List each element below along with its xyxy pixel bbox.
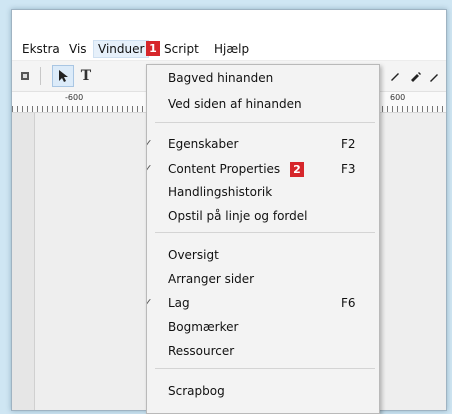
menu-item-opstil[interactable]: Opstil på linje og fordel bbox=[147, 206, 379, 226]
text-tool-icon[interactable]: T bbox=[75, 65, 97, 87]
pencil-tool-icon[interactable] bbox=[404, 65, 426, 87]
menu-item-label: Bogmærker bbox=[168, 320, 239, 334]
menu-item-handlingshistorik[interactable]: Handlingshistorik bbox=[147, 182, 379, 202]
brush-tool-icon[interactable] bbox=[424, 65, 446, 87]
menu-item-shortcut: F2 bbox=[341, 137, 356, 151]
copy-icon[interactable] bbox=[14, 65, 36, 87]
step-badge-2: 2 bbox=[290, 162, 304, 177]
select-arrow-icon[interactable] bbox=[52, 65, 74, 87]
menu-item-label: Opstil på linje og fordel bbox=[168, 209, 308, 223]
vertical-ruler bbox=[12, 113, 35, 410]
menu-item-label: Scrapbog bbox=[168, 384, 225, 398]
menu-item-label: Arranger sider bbox=[168, 272, 255, 286]
menu-item-shortcut: F3 bbox=[341, 162, 356, 176]
menu-item-bogmaerker[interactable]: Bogmærker bbox=[147, 317, 379, 337]
toolbar-separator bbox=[40, 67, 41, 85]
menu-item-scrapbog[interactable]: Scrapbog bbox=[147, 381, 379, 401]
menu-item-oversigt[interactable]: Oversigt bbox=[147, 245, 379, 265]
checkmark-icon: ✓ bbox=[147, 293, 155, 313]
menu-item-label: Lag bbox=[168, 296, 190, 310]
menu-script[interactable]: Script bbox=[160, 41, 203, 57]
menu-item-label: Content Properties bbox=[168, 162, 281, 176]
menu-item-egenskaber[interactable]: ✓ Egenskaber F2 bbox=[147, 134, 379, 154]
title-bar bbox=[12, 10, 446, 38]
menu-item-ressourcer[interactable]: Ressourcer bbox=[147, 341, 379, 361]
menu-item-arranger-sider[interactable]: Arranger sider bbox=[147, 269, 379, 289]
menu-item-label: Handlingshistorik bbox=[168, 185, 273, 199]
menu-item-lag[interactable]: ✓ Lag F6 bbox=[147, 293, 379, 313]
menu-bar: Ekstra Vis Vinduer 1 Script Hjælp bbox=[12, 38, 446, 61]
ruler-label-left: -600 bbox=[65, 93, 84, 102]
step-badge-1: 1 bbox=[146, 41, 160, 56]
menu-ekstra[interactable]: Ekstra bbox=[18, 41, 64, 57]
menu-item-bagved-hinanden[interactable]: Bagved hinanden bbox=[147, 68, 379, 88]
menu-vis[interactable]: Vis bbox=[65, 41, 91, 57]
menu-separator bbox=[155, 232, 375, 233]
pen-tool-icon[interactable] bbox=[384, 65, 406, 87]
menu-item-label: Ved siden af hinanden bbox=[168, 97, 302, 111]
menu-separator bbox=[155, 122, 375, 123]
menu-item-content-properties[interactable]: ✓ Content Properties 2 F3 bbox=[147, 159, 379, 179]
menu-item-label: Ressourcer bbox=[168, 344, 235, 358]
menu-item-ved-siden-af[interactable]: Ved siden af hinanden bbox=[147, 94, 379, 114]
screen: Ekstra Vis Vinduer 1 Script Hjælp T -600… bbox=[0, 0, 452, 414]
menu-hjaelp[interactable]: Hjælp bbox=[210, 41, 253, 57]
vinduer-dropdown-menu: Bagved hinanden Ved siden af hinanden ✓ … bbox=[146, 64, 380, 414]
menu-separator bbox=[155, 368, 375, 369]
menu-item-label: Egenskaber bbox=[168, 137, 239, 151]
checkmark-icon: ✓ bbox=[147, 134, 155, 154]
menu-item-shortcut: F6 bbox=[341, 296, 356, 310]
menu-item-label: Oversigt bbox=[168, 248, 219, 262]
checkmark-icon: ✓ bbox=[147, 159, 155, 179]
menu-vinduer[interactable]: Vinduer bbox=[92, 40, 150, 58]
menu-item-label: Bagved hinanden bbox=[168, 71, 274, 85]
ruler-label-right: 600 bbox=[390, 93, 406, 102]
